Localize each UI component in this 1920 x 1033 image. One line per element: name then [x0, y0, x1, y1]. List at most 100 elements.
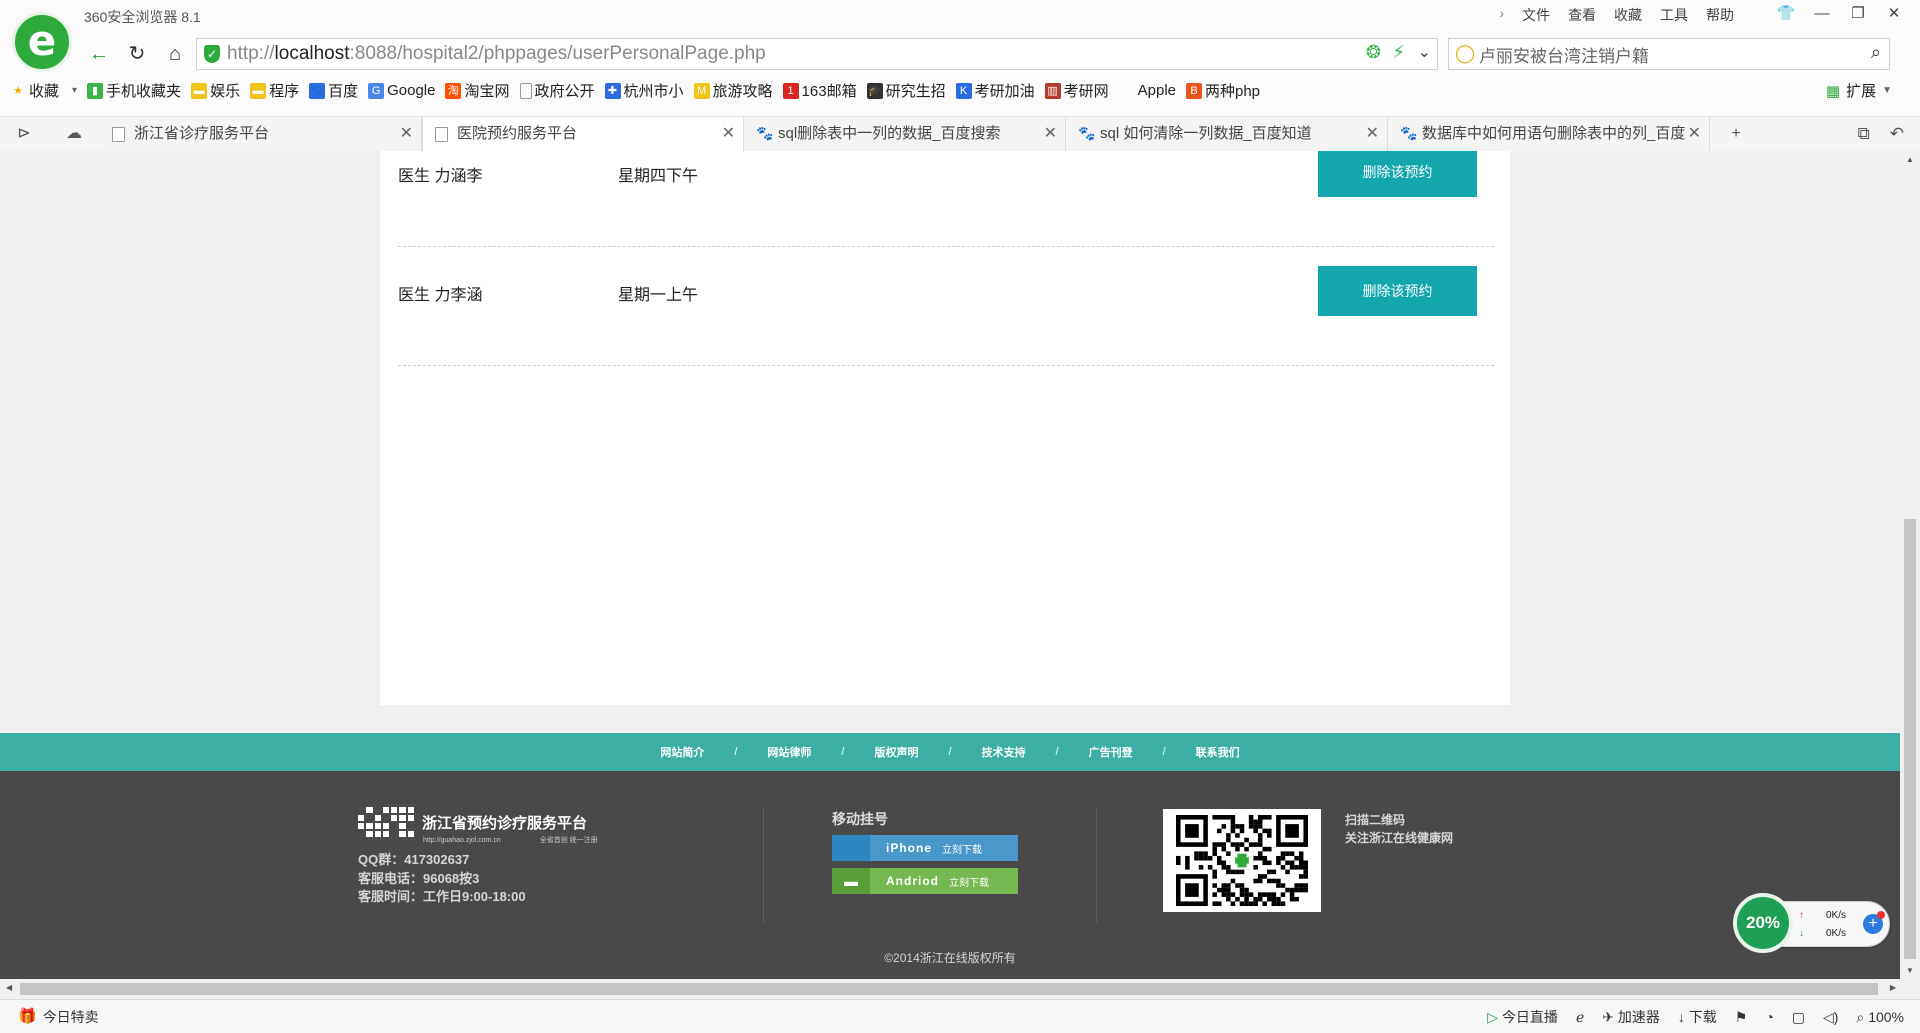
browser-tab[interactable]: 🐾 sql删除表中一列的数据_百度搜索 ✕: [744, 117, 1066, 151]
qr-module: [1226, 865, 1231, 870]
horizontal-scrollbar[interactable]: ◀ ▶: [0, 979, 1900, 999]
accelerator-button[interactable]: ✈ 加速器: [1602, 1000, 1660, 1033]
cloud-icon[interactable]: ☁: [56, 117, 92, 151]
bookmark-item[interactable]: G Google: [368, 82, 435, 99]
flag-icon[interactable]: ⚑: [1735, 1000, 1748, 1033]
scroll-thumb[interactable]: [1904, 519, 1916, 959]
menu-help[interactable]: 帮助: [1706, 5, 1734, 25]
undo-close-icon[interactable]: ↶: [1890, 117, 1904, 151]
android-download-button[interactable]: ▬ Andriod 立刻下载: [832, 868, 1018, 894]
browser-tab[interactable]: 医院预约服务平台 ✕: [422, 117, 744, 151]
address-text[interactable]: http://localhost:8088/hospital2/phppages…: [227, 39, 766, 69]
volume-icon[interactable]: ◁): [1823, 1000, 1838, 1033]
home-icon[interactable]: ⌂: [156, 38, 194, 70]
zoom-button[interactable]: ⌕ 100%: [1856, 1000, 1904, 1033]
scroll-left-icon[interactable]: ◀: [6, 983, 12, 992]
sidebar-toggle-icon[interactable]: ⊳: [6, 117, 42, 151]
logo-block: [391, 823, 397, 829]
search-icon[interactable]: ⌕: [1871, 42, 1881, 63]
chevron-right-icon[interactable]: ›: [1499, 5, 1504, 25]
scroll-right-icon[interactable]: ▶: [1890, 983, 1896, 992]
footer-link[interactable]: 技术支持: [982, 744, 1026, 760]
bookmark-item[interactable]: ▥ 考研网: [1044, 80, 1109, 101]
speed-mode-icon[interactable]: ❂: [1366, 42, 1381, 63]
qr-module: [1257, 855, 1263, 861]
minimize-button[interactable]: —: [1804, 2, 1840, 26]
close-icon[interactable]: ✕: [1044, 117, 1057, 151]
page-icon: [112, 127, 125, 142]
download-button[interactable]: ↓ 下载: [1678, 1000, 1717, 1033]
qr-module: [1185, 860, 1190, 866]
footer-link[interactable]: 网站简介: [660, 744, 704, 760]
footer-link[interactable]: 联系我们: [1196, 744, 1240, 760]
qr-module: [1276, 883, 1281, 888]
delete-appointment-button[interactable]: 删除该预约: [1318, 266, 1477, 316]
qr-code-image: [1176, 815, 1308, 906]
browser-chrome: 360安全浏览器 8.1 › 文件 查看 收藏 工具 帮助 👕 — ❐ ✕ ← …: [0, 0, 1920, 151]
bookmark-item[interactable]: 淘淘宝网: [445, 80, 510, 101]
menu-favorites[interactable]: 收藏: [1614, 5, 1642, 25]
ie-icon[interactable]: ℯ: [1576, 1000, 1584, 1033]
network-speed-widget[interactable]: 20% ↑ 0K/s ↓ 0K/s +: [1733, 893, 1890, 953]
bookmark-item[interactable]: ✚ 杭州市小: [604, 80, 684, 101]
bookmark-item[interactable]: 1 163邮箱: [782, 80, 857, 101]
bookmark-item[interactable]: ▮ 手机收藏夹: [87, 80, 181, 101]
search-engine-icon[interactable]: ◯: [1455, 43, 1475, 64]
chevron-down-icon[interactable]: ⌄: [1418, 42, 1431, 62]
iphone-download-button[interactable]: iPhone 立刻下载: [832, 835, 1018, 861]
chevron-down-icon[interactable]: ▾: [72, 85, 77, 96]
plus-icon[interactable]: +: [1863, 911, 1885, 934]
scroll-down-icon[interactable]: ▼: [1900, 966, 1920, 975]
bookmark-item[interactable]: M 旅游攻略: [693, 80, 773, 101]
footer-link[interactable]: 版权声明: [874, 744, 918, 760]
qr-module: [1267, 860, 1272, 866]
qr-module: [1267, 869, 1272, 875]
bookmark-item[interactable]: ▬ 娱乐: [191, 80, 240, 101]
refresh-icon[interactable]: ↻: [118, 38, 156, 70]
new-tab-icon[interactable]: +: [1718, 117, 1754, 151]
bookmark-item[interactable]: Apple: [1119, 82, 1176, 99]
daily-deals[interactable]: 🎁 今日特卖: [18, 1000, 99, 1033]
close-icon[interactable]: ✕: [400, 117, 413, 151]
menu-file[interactable]: 文件: [1522, 5, 1550, 25]
bookmark-item[interactable]: ▯ 政府公开: [519, 80, 595, 101]
extensions[interactable]: ▦ 扩展 ▼: [1826, 80, 1892, 101]
menu-view[interactable]: 查看: [1568, 5, 1596, 25]
bookmark-item[interactable]: ▬ 程序: [250, 80, 299, 101]
close-icon[interactable]: ✕: [722, 117, 735, 151]
menu-tools[interactable]: 工具: [1660, 5, 1688, 25]
bookmark-item[interactable]: B 两种php: [1186, 80, 1260, 101]
back-arrow-icon[interactable]: ←: [80, 38, 118, 70]
restore-window-icon[interactable]: ⧉: [1858, 117, 1870, 151]
search-input[interactable]: [1479, 40, 1849, 68]
skin-icon[interactable]: 👕: [1768, 2, 1804, 26]
edge-icon[interactable]: ◔: [1765, 1000, 1773, 1033]
close-button[interactable]: ✕: [1876, 2, 1912, 26]
vertical-scrollbar[interactable]: ▲ ▼: [1900, 151, 1920, 979]
qr-module: [1221, 887, 1227, 893]
qr-module: [1280, 883, 1286, 888]
footer-link[interactable]: 网站律师: [767, 744, 811, 760]
bookmark-item[interactable]: 🐾 百度: [309, 80, 358, 101]
bookmark-item[interactable]: ★ 收藏 ▾: [10, 80, 77, 101]
close-icon[interactable]: ✕: [1366, 117, 1379, 151]
qr-module: [1303, 865, 1308, 870]
close-icon[interactable]: ✕: [1688, 117, 1701, 151]
logo-block: [407, 807, 414, 813]
qr-code: [1163, 809, 1321, 912]
address-bar[interactable]: ✓ http://localhost:8088/hospital2/phppag…: [196, 38, 1438, 70]
scroll-thumb[interactable]: [20, 983, 1878, 995]
maximize-button[interactable]: ❐: [1840, 2, 1876, 26]
browser-tab[interactable]: 浙江省诊疗服务平台 ✕: [100, 117, 422, 151]
scroll-up-icon[interactable]: ▲: [1900, 155, 1920, 164]
books-icon: ▥: [1044, 82, 1061, 99]
bookmark-item[interactable]: K 考研加油: [955, 80, 1035, 101]
live-button[interactable]: ▷ 今日直播: [1487, 1000, 1558, 1033]
bookmark-item[interactable]: 🎓 研究生招: [866, 80, 946, 101]
window-icon[interactable]: ▢: [1792, 1000, 1805, 1033]
browser-tab[interactable]: 🐾 数据库中如何用语句删除表中的列_百度 ✕: [1388, 117, 1710, 151]
delete-appointment-button[interactable]: 删除该预约: [1318, 151, 1477, 197]
browser-tab[interactable]: 🐾 sql 如何清除一列数据_百度知道 ✕: [1066, 117, 1388, 151]
footer-link[interactable]: 广告刊登: [1089, 744, 1133, 760]
lightning-icon[interactable]: ⚡: [1392, 42, 1405, 63]
